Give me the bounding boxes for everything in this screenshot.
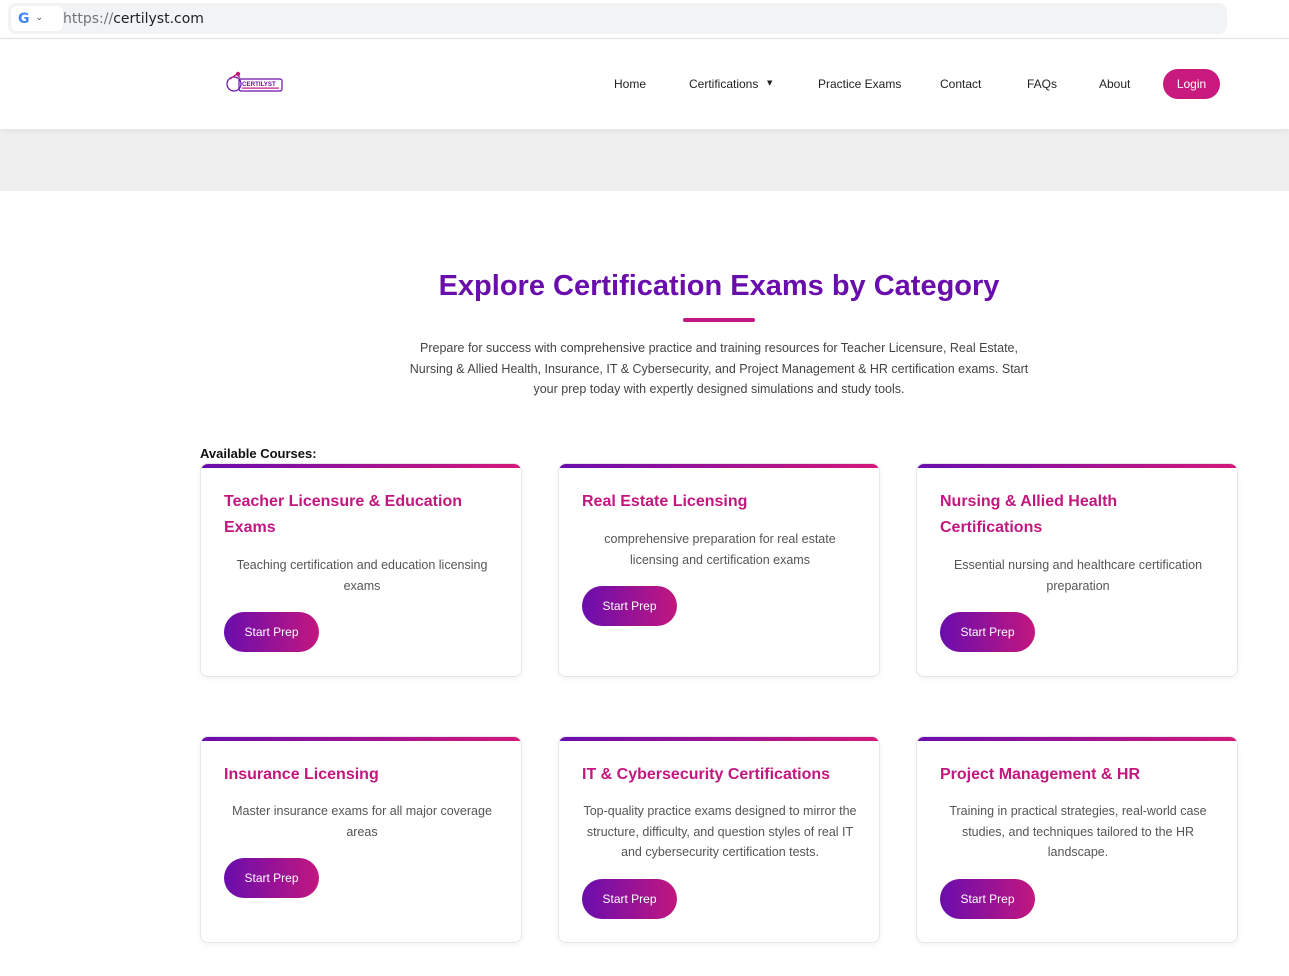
login-button[interactable]: Login [1163, 69, 1220, 99]
card-accent-bar [559, 464, 879, 468]
google-icon: G [18, 10, 30, 27]
url-text[interactable]: https://certilyst.com [63, 11, 204, 27]
course-card-project-management-hr: Project Management & HR Training in prac… [916, 736, 1238, 943]
card-description: Essential nursing and healthcare certifi… [953, 558, 1203, 593]
start-prep-button[interactable]: Start Prep [940, 879, 1035, 919]
dropdown-caret-icon[interactable]: ▼ [767, 79, 772, 87]
site-info-chip[interactable]: G ⌄ [11, 6, 63, 31]
course-card-it-cybersecurity: IT & Cybersecurity Certifications Top-qu… [558, 736, 880, 943]
course-card-teacher: Teacher Licensure & Education Exams Teac… [200, 463, 522, 677]
address-bar[interactable]: G ⌄ https://certilyst.com [8, 3, 1227, 34]
banner-placeholder [0, 129, 1289, 191]
card-title: Project Management & HR [940, 766, 1141, 783]
courses-label: Available Courses: [200, 446, 317, 461]
nav-practice-exams[interactable]: Practice Exams [818, 77, 901, 91]
chevron-down-icon: ⌄ [35, 13, 44, 23]
card-description: Training in practical strategies, real-w… [949, 804, 1207, 859]
card-title: Nursing & Allied Health Certifications [940, 493, 1118, 536]
nav-faqs[interactable]: FAQs [1027, 77, 1057, 91]
card-description: Teaching certification and education lic… [236, 558, 488, 593]
start-prep-button[interactable]: Start Prep [582, 586, 677, 626]
card-accent-bar [917, 737, 1237, 741]
card-accent-bar [201, 737, 521, 741]
start-prep-button[interactable]: Start Prep [224, 612, 319, 652]
main-nav: Home Certifications ▼ Practice Exams Con… [0, 39, 1289, 129]
hero-description: Prepare for success with comprehensive p… [409, 341, 1029, 396]
nav-about[interactable]: About [1099, 77, 1130, 91]
card-title: Insurance Licensing [224, 766, 379, 783]
start-prep-button[interactable]: Start Prep [224, 858, 319, 898]
url-host: certilyst.com [113, 11, 204, 27]
nav-contact[interactable]: Contact [940, 77, 981, 91]
course-card-nursing: Nursing & Allied Health Certifications E… [916, 463, 1238, 677]
url-scheme: https:// [63, 11, 114, 27]
card-title: Real Estate Licensing [582, 493, 748, 510]
card-accent-bar [559, 737, 879, 741]
browser-toolbar: G ⌄ https://certilyst.com [0, 0, 1289, 39]
nav-certifications[interactable]: Certifications [689, 77, 758, 91]
card-accent-bar [201, 464, 521, 468]
site-header: CERTILYST Home Certifications ▼ Practice… [0, 39, 1289, 129]
title-underline [683, 318, 755, 322]
start-prep-button[interactable]: Start Prep [940, 612, 1035, 652]
nav-home[interactable]: Home [614, 77, 646, 91]
card-title: Teacher Licensure & Education Exams [224, 493, 462, 536]
start-prep-button[interactable]: Start Prep [582, 879, 677, 919]
card-title: IT & Cybersecurity Certifications [582, 766, 831, 783]
card-description: Top-quality practice exams designed to m… [583, 804, 857, 859]
course-card-insurance: Insurance Licensing Master insurance exa… [200, 736, 522, 943]
card-description: Master insurance exams for all major cov… [232, 804, 492, 839]
page-title: Explore Certification Exams by Category [438, 270, 1000, 302]
card-accent-bar [917, 464, 1237, 468]
card-description: comprehensive preparation for real estat… [604, 532, 836, 567]
course-card-real-estate: Real Estate Licensing comprehensive prep… [558, 463, 880, 677]
